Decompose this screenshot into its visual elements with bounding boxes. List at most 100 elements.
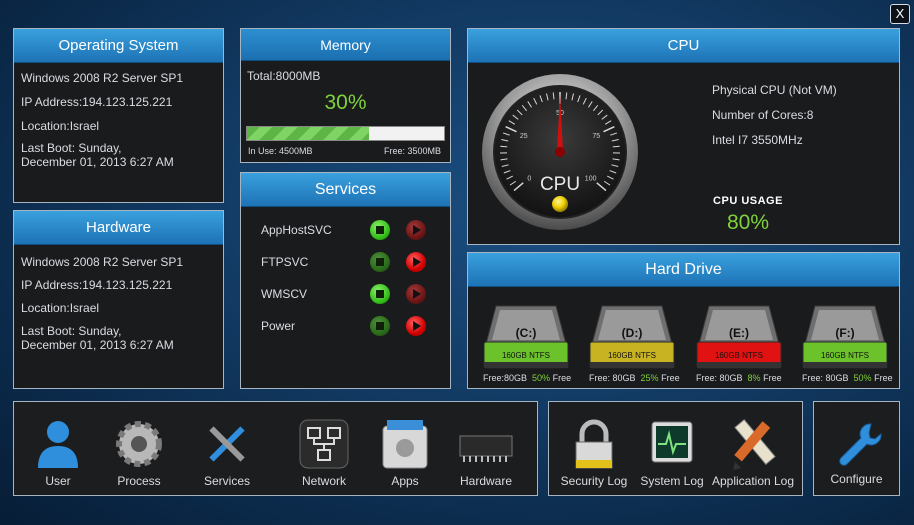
drive-free-percent: 8% [747,373,761,383]
toolbar-button-hardware[interactable]: Hardware [442,416,530,488]
toolbar-button-user[interactable]: User [14,416,102,488]
hard-drive-icon: (C:) 160GB NTFS [483,305,569,369]
memory-panel: Memory Total:8000MB 30% In Use: 4500MB F… [240,28,451,163]
service-start-button[interactable] [406,252,426,272]
toolbar-button-services[interactable]: Services [183,416,271,488]
toolbar-button-label: Security Log [560,474,628,488]
drive-letter: (F:) [835,326,854,340]
drive-item[interactable]: (D:) 160GB NTFS [588,304,676,384]
hw-os-name: Windows 2008 R2 Server SP1 [21,255,184,269]
lock-icon [575,419,613,469]
service-name: Power [261,319,296,333]
drive-size: 160GB NTFS [821,351,869,360]
drive-size: 160GB NTFS [502,351,550,360]
toolbar-button-system-log[interactable]: System Log [628,416,716,488]
drive-free-text: Free: 80GB 8% Free [696,373,782,383]
hw-last-boot-day: Last Boot: Sunday, [21,324,122,338]
pencil-ruler-icon [733,419,776,470]
chip-icon [459,435,513,462]
toolbar-button-security-log[interactable]: Security Log [550,416,638,488]
drive-item[interactable]: (E:) 160GB NTFS [695,304,783,384]
service-row: WMSCV [241,283,450,305]
hard-drive-panel: Hard Drive (C:) 160GB NTFS Free:80GB 50% F… [467,252,900,389]
os-last-boot-day: Last Boot: Sunday, [21,141,122,155]
cpu-usage-value: 80% [726,211,770,234]
toolbar-button-label: Network [301,474,346,488]
toolbar-button-label: Process [117,474,161,488]
drive-item[interactable]: (C:) 160GB NTFS [482,304,570,384]
os-panel-title: Operating System [14,29,223,63]
hw-ip: IP Address:194.123.125.221 [21,278,173,292]
memory-free: Free: 3500MB [383,146,441,156]
toolbar-button-application-log[interactable]: Application Log [709,416,797,488]
drive-free-suffix: Free [763,373,782,383]
hard-drive-panel-title: Hard Drive [468,253,899,287]
services-panel-title: Services [241,173,450,207]
service-name: AppHostSVC [261,223,332,237]
gauge-tick [612,145,620,148]
dashboard-screen: X Operating System Windows 2008 R2 Serve… [0,0,914,525]
memory-in-use: In Use: 4500MB [248,146,313,156]
hard-drive-icon: (F:) 160GB NTFS [802,305,888,369]
os-last-boot-date: December 01, 2013 6:27 AM [21,155,174,169]
service-stop-button[interactable] [370,252,390,272]
hard-drive-icon: (E:) 160GB NTFS [696,305,782,369]
wrench-icon [838,423,882,466]
memory-bar-fill [247,127,370,140]
gauge-tick-label: 100 [585,176,597,183]
user-icon [38,421,78,468]
network-icon [299,419,349,469]
memory-bar [246,126,445,141]
drive-item[interactable]: (F:) 160GB NTFS [801,304,889,384]
cpu-usage-label: CPU USAGE [713,195,783,207]
toolbar-button-network[interactable]: Network [280,416,368,488]
gauge-tick-label: 25 [520,133,528,140]
os-location: Location:Israel [21,119,100,133]
hardware-panel-title: Hardware [14,211,223,245]
cpu-gauge: 0255075100 CPU [482,74,638,230]
drive-size: 160GB NTFS [608,351,656,360]
toolbar-button-apps[interactable]: Apps [361,416,449,488]
memory-percent: 30% [324,91,367,114]
drive-free-suffix: Free [661,373,680,383]
main-toolbar: User Process Services Network Apps Hardware [13,401,538,496]
cpu-gauge-knob [552,196,568,212]
service-stop-button[interactable] [370,316,390,336]
os-ip: IP Address:194.123.125.221 [21,95,173,109]
drive-free-suffix: Free [874,373,893,383]
gauge-tick-label: 0 [527,176,531,183]
toolbar-button-process[interactable]: Process [95,416,183,488]
close-button[interactable]: X [890,4,910,24]
logs-toolbar: Security Log System Log Application Log [548,401,803,496]
toolbar-button-label: Hardware [459,474,513,488]
hw-location: Location:Israel [21,301,100,315]
drive-free-suffix: Free [552,373,572,383]
service-start-button[interactable] [406,220,426,240]
toolbar-button-label: User [45,474,71,488]
toolbar-button-label: Application Log [711,474,795,488]
drive-free-percent: 50% [853,373,872,383]
service-stop-button[interactable] [370,284,390,304]
configure-label: Configure [830,472,883,486]
cpu-cores: Number of Cores:8 [712,108,814,122]
drive-free-percent: 50% [532,373,551,383]
service-start-button[interactable] [406,316,426,336]
drive-letter: (E:) [729,326,749,340]
os-panel: Operating System Windows 2008 R2 Server … [13,28,224,203]
drive-free-text: Free:80GB 50% Free [483,373,571,383]
configure-button[interactable]: Configure [814,420,899,486]
memory-panel-title: Memory [241,29,450,61]
service-start-button[interactable] [406,284,426,304]
drive-size: 160GB NTFS [715,351,763,360]
drive-free-amount: Free:80GB [483,373,528,383]
cpu-physical: Physical CPU (Not VM) [712,83,837,97]
service-stop-button[interactable] [370,220,390,240]
apps-icon [382,420,428,469]
drive-free-amount: Free: 80GB [696,373,743,383]
toolbar-button-label: Services [203,474,250,488]
drive-free-amount: Free: 80GB [802,373,849,383]
configure-panel: Configure [813,401,900,496]
hw-last-boot-date: December 01, 2013 6:27 AM [21,338,174,352]
gauge-tick [500,145,508,148]
tools-icon [209,426,245,462]
